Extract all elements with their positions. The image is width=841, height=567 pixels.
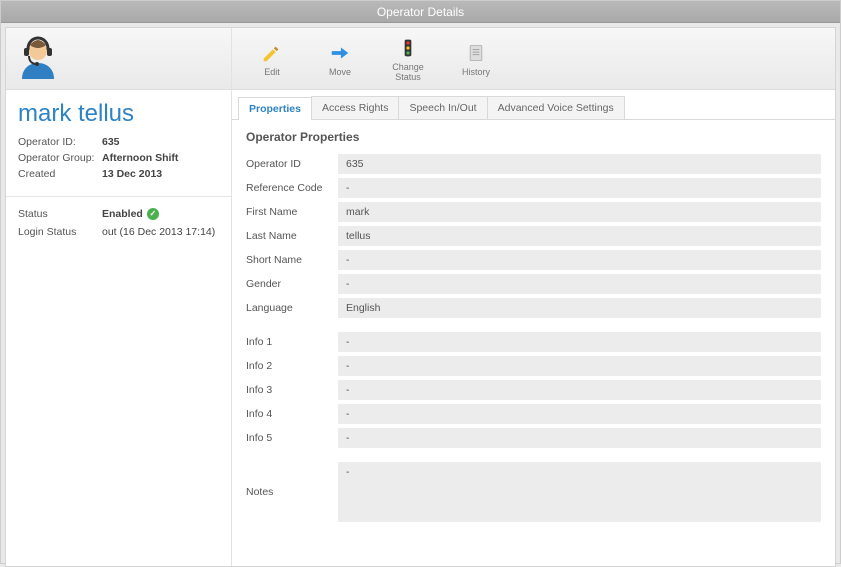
prop-notes: Notes - (246, 462, 821, 522)
prop-operator-id-label: Operator ID (246, 158, 338, 170)
meta-created-value: 13 Dec 2013 (102, 166, 162, 182)
change-status-label: Change Status (392, 62, 424, 82)
tab-advanced-voice[interactable]: Advanced Voice Settings (487, 96, 625, 119)
prop-first-name-label: First Name (246, 206, 338, 218)
prop-first-name: First Name mark (246, 202, 821, 222)
tab-access-rights[interactable]: Access Rights (311, 96, 400, 119)
prop-operator-id-value: 635 (338, 154, 821, 174)
move-button[interactable]: Move (320, 41, 360, 77)
prop-reference-code: Reference Code - (246, 178, 821, 198)
prop-info1-label: Info 1 (246, 336, 338, 348)
document-icon (464, 41, 488, 65)
arrow-right-icon (328, 41, 352, 65)
panel-heading: Operator Properties (246, 130, 821, 144)
prop-short-name: Short Name - (246, 250, 821, 270)
prop-gender-label: Gender (246, 278, 338, 290)
change-status-button[interactable]: Change Status (388, 36, 428, 82)
prop-info2: Info 2 - (246, 356, 821, 376)
operator-avatar (14, 35, 62, 83)
prop-info5-value: - (338, 428, 821, 448)
operator-meta: Operator ID: 635 Operator Group: Afterno… (6, 134, 231, 192)
prop-info4: Info 4 - (246, 404, 821, 424)
prop-info3-label: Info 3 (246, 384, 338, 396)
prop-short-name-label: Short Name (246, 254, 338, 266)
prop-info4-value: - (338, 404, 821, 424)
prop-reference-code-value: - (338, 178, 821, 198)
prop-short-name-value: - (338, 250, 821, 270)
status-enabled-icon: ✓ (147, 208, 159, 220)
meta-id-value: 635 (102, 134, 120, 150)
tab-speech[interactable]: Speech In/Out (398, 96, 487, 119)
meta-created-label: Created (18, 166, 102, 182)
move-label: Move (329, 67, 351, 77)
right-panel: Edit Move Change Status (232, 28, 835, 566)
prop-info5-label: Info 5 (246, 432, 338, 444)
divider (6, 196, 231, 197)
tab-properties[interactable]: Properties (238, 97, 312, 120)
window-title: Operator Details (377, 5, 464, 19)
prop-language: Language English (246, 298, 821, 318)
status-value: Enabled (102, 205, 143, 223)
prop-last-name-label: Last Name (246, 230, 338, 242)
operator-details-window: Operator Details m (0, 0, 841, 564)
prop-operator-id: Operator ID 635 (246, 154, 821, 174)
prop-info2-label: Info 2 (246, 360, 338, 372)
prop-last-name: Last Name tellus (246, 226, 821, 246)
prop-last-name-value: tellus (338, 226, 821, 246)
pencil-icon (260, 41, 284, 65)
prop-info1-value: - (338, 332, 821, 352)
window-titlebar: Operator Details (1, 1, 840, 23)
prop-first-name-value: mark (338, 202, 821, 222)
login-status-label: Login Status (18, 223, 102, 241)
toolbar: Edit Move Change Status (232, 28, 835, 90)
edit-button[interactable]: Edit (252, 41, 292, 77)
left-panel: mark tellus Operator ID: 635 Operator Gr… (6, 28, 232, 566)
prop-info3: Info 3 - (246, 380, 821, 400)
prop-gender-value: - (338, 274, 821, 294)
tabs: Properties Access Rights Speech In/Out A… (232, 90, 835, 120)
prop-reference-code-label: Reference Code (246, 182, 338, 194)
properties-panel: Operator Properties Operator ID 635 Refe… (232, 120, 835, 566)
prop-language-label: Language (246, 302, 338, 314)
prop-notes-label: Notes (246, 486, 338, 498)
prop-info2-value: - (338, 356, 821, 376)
meta-group-value: Afternoon Shift (102, 150, 178, 166)
prop-notes-value: - (338, 462, 821, 522)
traffic-light-icon (396, 36, 420, 60)
edit-label: Edit (264, 67, 280, 77)
status-label: Status (18, 205, 102, 223)
meta-group-label: Operator Group: (18, 150, 102, 166)
prop-language-value: English (338, 298, 821, 318)
prop-gender: Gender - (246, 274, 821, 294)
status-block: Status Enabled ✓ Login Status out (16 De… (6, 205, 231, 241)
content-area: mark tellus Operator ID: 635 Operator Gr… (5, 27, 836, 567)
prop-info3-value: - (338, 380, 821, 400)
prop-info4-label: Info 4 (246, 408, 338, 420)
headset-avatar-icon (14, 35, 62, 83)
prop-info1: Info 1 - (246, 332, 821, 352)
prop-info5: Info 5 - (246, 428, 821, 448)
login-status-value: out (16 Dec 2013 17:14) (102, 223, 215, 241)
operator-name: mark tellus (6, 90, 231, 134)
history-label: History (462, 67, 490, 77)
avatar-row (6, 28, 231, 90)
meta-id-label: Operator ID: (18, 134, 102, 150)
history-button[interactable]: History (456, 41, 496, 77)
